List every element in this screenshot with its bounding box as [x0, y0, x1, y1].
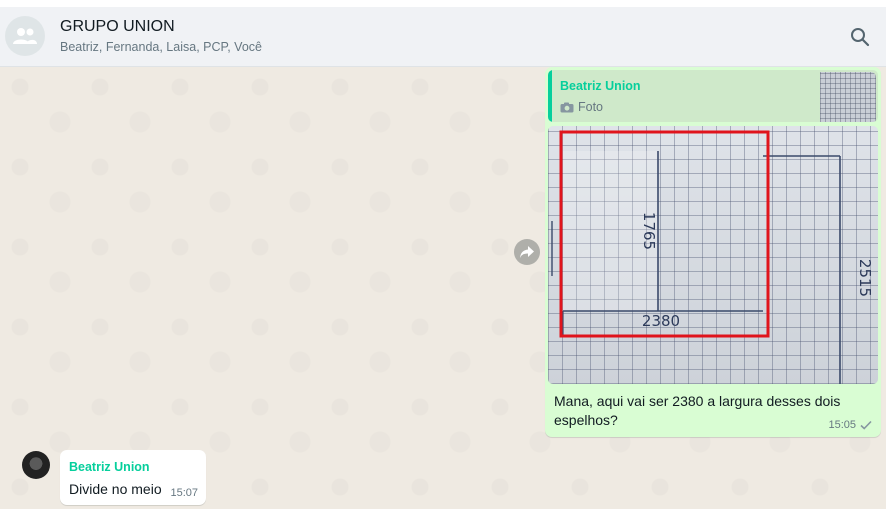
- outgoing-message[interactable]: Beatriz Union Foto 1765 2380 2515 Mana, …: [545, 67, 881, 437]
- chat-area[interactable]: Beatriz Union Foto 1765 2380 2515 Mana, …: [0, 67, 886, 509]
- quote-bar: [548, 70, 552, 122]
- quote-type: Foto: [560, 100, 603, 114]
- message-text: Mana, aqui vai ser 2380 a largura desses…: [554, 393, 841, 428]
- photo-label-width: 2380: [642, 312, 680, 330]
- message-author[interactable]: Beatriz Union: [69, 460, 150, 474]
- search-button[interactable]: [848, 25, 872, 49]
- chat-header[interactable]: GRUPO UNION Beatriz, Fernanda, Laisa, PC…: [0, 7, 886, 67]
- search-icon: [851, 28, 870, 47]
- photo-label-side: 2515: [856, 259, 874, 297]
- quote-author: Beatriz Union: [560, 79, 641, 93]
- chat-title[interactable]: GRUPO UNION: [60, 18, 175, 36]
- quote-thumbnail: [820, 72, 876, 122]
- group-avatar[interactable]: [5, 16, 45, 56]
- camera-icon: [560, 102, 574, 112]
- forward-icon: [520, 246, 534, 258]
- group-icon: [13, 28, 37, 44]
- quote-type-label: Foto: [578, 100, 604, 114]
- sender-avatar[interactable]: [22, 451, 50, 479]
- single-check-icon: [860, 420, 872, 430]
- incoming-message[interactable]: Beatriz Union Divide no meio 15:07: [60, 450, 206, 505]
- message-time: 15:07: [170, 487, 198, 499]
- forward-button[interactable]: [514, 239, 540, 265]
- message-time: 15:05: [828, 419, 856, 431]
- member-list[interactable]: Beatriz, Fernanda, Laisa, PCP, Você: [60, 40, 262, 54]
- message-photo[interactable]: 1765 2380 2515: [548, 126, 878, 384]
- photo-drawing: 1765 2380 2515: [551, 130, 874, 384]
- photo-label-height: 1765: [640, 212, 658, 250]
- message-meta: 15:05: [828, 419, 872, 431]
- message-text: Divide no meio: [69, 481, 162, 497]
- quoted-message[interactable]: Beatriz Union Foto: [548, 70, 878, 122]
